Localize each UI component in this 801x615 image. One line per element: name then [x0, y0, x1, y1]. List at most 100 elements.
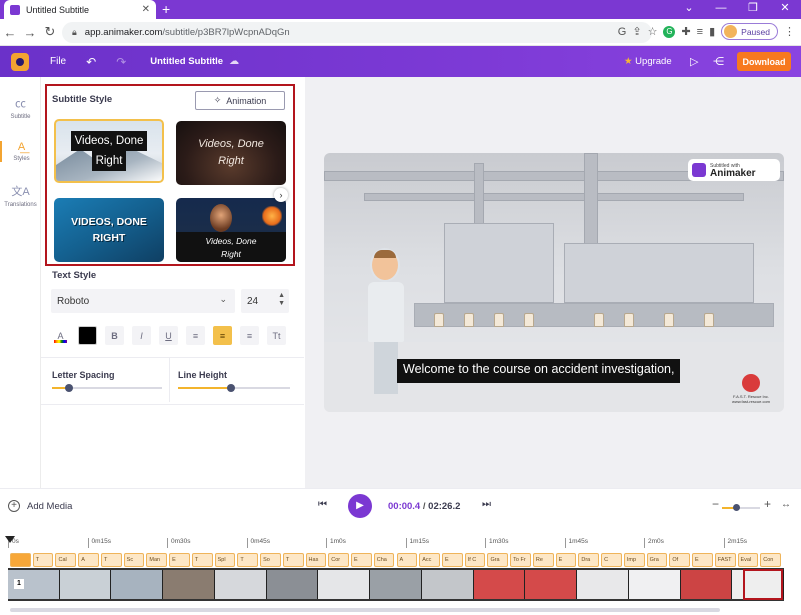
rail-item-subtitle[interactable]: ㏄ Subtitle [0, 95, 41, 120]
style-preset-blue[interactable]: VIDEOS, DONE RIGHT [54, 198, 164, 262]
zoom-slider[interactable] [722, 504, 760, 511]
slider-thumb[interactable] [226, 384, 235, 392]
align-right-icon[interactable]: ≡ [240, 326, 259, 345]
play-button[interactable]: ▶ [348, 494, 372, 518]
share-network-icon[interactable]: ⋲ [713, 55, 724, 68]
italic-button[interactable]: I [132, 326, 151, 345]
pin-icon[interactable]: ≡ [697, 26, 703, 38]
video-track[interactable]: 1 [8, 568, 784, 601]
reload-icon[interactable]: ↻ [40, 24, 60, 40]
subtitle-clip[interactable]: A [396, 553, 418, 567]
close-window-icon[interactable]: ✕ [769, 0, 801, 16]
subtitle-clip[interactable]: T [237, 553, 259, 567]
share-icon[interactable]: ⇪ [632, 25, 641, 38]
subtitle-clip[interactable]: Sc [123, 553, 145, 567]
line-height-slider[interactable] [178, 384, 290, 392]
subtitle-clip[interactable]: E [441, 553, 463, 567]
text-case-button[interactable]: Tt [267, 326, 286, 345]
animaker-logo-icon[interactable] [0, 46, 40, 77]
google-icon[interactable]: G [618, 26, 627, 38]
underline-button[interactable]: U [159, 326, 178, 345]
subtitle-clip[interactable]: Dra [578, 553, 600, 567]
rail-item-translations[interactable]: 文A Translations [0, 183, 41, 208]
upgrade-button[interactable]: ★ Upgrade [624, 56, 672, 67]
subtitle-clip[interactable]: Acc [419, 553, 440, 567]
subtitle-clip[interactable]: E [692, 553, 713, 567]
subtitle-clip[interactable]: If C [464, 553, 486, 567]
subtitle-clip[interactable]: Of [669, 553, 691, 567]
style-preset-night[interactable]: Videos, Done Right [176, 198, 286, 262]
skip-forward-icon[interactable]: ⏭ [482, 499, 491, 510]
file-menu[interactable]: File [50, 56, 66, 67]
maximize-icon[interactable]: ❐ [737, 0, 769, 16]
url-field[interactable]: 🔒︎ app.animaker.com/subtitle/p3BR7lpWcpn… [62, 22, 652, 43]
style-preset-guitar[interactable]: Videos, Done Right [176, 121, 286, 185]
expand-icon[interactable]: ↔ [781, 499, 791, 510]
subtitle-clip[interactable]: Has [305, 553, 327, 567]
extensions-icon[interactable]: ✚ [681, 25, 690, 38]
video-preview[interactable]: Subtitled with Animaker Welcome to the co… [324, 153, 784, 412]
subtitle-clip[interactable]: Cha [373, 553, 395, 567]
color-swatch[interactable] [78, 326, 97, 345]
subtitle-clip[interactable]: Spl [214, 553, 236, 567]
text-color-icon[interactable]: A [51, 326, 70, 345]
add-media-button[interactable]: + Add Media [8, 500, 72, 512]
animation-button[interactable]: ✧ Animation [195, 91, 285, 110]
subtitle-clip[interactable]: T [282, 553, 304, 567]
timeline-scrollbar[interactable] [10, 608, 720, 612]
skip-back-icon[interactable]: ⏮ [318, 499, 327, 510]
zoom-out-icon[interactable]: − [712, 497, 719, 511]
grammarly-icon[interactable]: G [663, 25, 676, 38]
subtitle-clip[interactable]: To Fr [510, 553, 531, 567]
style-preset-snow[interactable]: Videos, Done Right [54, 119, 164, 183]
download-button[interactable]: Download [737, 52, 791, 71]
bold-button[interactable]: B [105, 326, 124, 345]
subtitle-clip[interactable]: Imp [623, 553, 645, 567]
stepper-arrows-icon[interactable]: ▲ ▼ [278, 292, 285, 308]
subtitle-clip[interactable]: Gra [646, 553, 668, 567]
zoom-in-icon[interactable]: + [764, 497, 771, 511]
subtitle-clip[interactable]: FAST [714, 553, 736, 567]
more-menu-icon[interactable]: ⋮ [784, 25, 795, 38]
tab-close-icon[interactable]: ✕ [142, 4, 150, 15]
chevron-right-icon[interactable]: › [274, 188, 288, 202]
tab-search-icon[interactable]: ⌄ [673, 0, 705, 16]
subtitle-clip[interactable]: Re [532, 553, 554, 567]
rail-item-styles[interactable]: A͟ Styles [0, 141, 41, 162]
undo-icon[interactable]: ↶ [86, 55, 96, 69]
subtitle-clip[interactable]: Cor [328, 553, 350, 567]
subtitle-clip[interactable]: E [555, 553, 577, 567]
subtitle-clip[interactable]: Eval [737, 553, 759, 567]
subtitle-clip[interactable]: T [32, 553, 54, 567]
subtitle-caption[interactable]: Welcome to the course on accident invest… [397, 359, 681, 383]
align-left-icon[interactable]: ≡ [186, 326, 205, 345]
font-size-stepper[interactable]: 24 ▲ ▼ [241, 289, 289, 313]
subtitle-clip[interactable]: Cal [55, 553, 77, 567]
browser-tab[interactable]: Untitled Subtitle ✕ [4, 0, 156, 19]
forward-icon[interactable]: → [20, 25, 40, 40]
minimize-icon[interactable]: — [705, 0, 737, 16]
document-title[interactable]: Untitled Subtitle [150, 56, 223, 67]
playhead-icon[interactable] [5, 536, 15, 543]
subtitle-clip[interactable]: T [191, 553, 213, 567]
slider-thumb[interactable] [64, 384, 73, 392]
side-panel-icon[interactable]: ▮ [709, 25, 715, 38]
subtitle-clip[interactable]: C [601, 553, 622, 567]
subtitle-clip[interactable]: A [78, 553, 99, 567]
letter-spacing-slider[interactable] [52, 384, 162, 392]
font-family-select[interactable]: Roboto ⌄ [51, 289, 235, 313]
subtitle-clip[interactable]: So [260, 553, 281, 567]
slider-thumb[interactable] [733, 504, 741, 511]
back-icon[interactable]: ← [0, 25, 20, 40]
preview-play-icon[interactable]: ▷ [690, 55, 698, 68]
align-center-icon[interactable]: ≡ [213, 326, 232, 345]
subtitle-clip[interactable]: T [100, 553, 122, 567]
subtitle-clip[interactable]: E [351, 553, 372, 567]
subtitle-clip[interactable]: Man [146, 553, 168, 567]
subtitle-clip[interactable]: Con [760, 553, 781, 567]
redo-icon[interactable]: ↷ [116, 55, 126, 69]
subtitle-clip[interactable]: E [169, 553, 190, 567]
subtitle-clip[interactable]: Gra [487, 553, 509, 567]
subtitle-clip[interactable] [10, 553, 31, 567]
time-ruler[interactable]: 0s 0m15s 0m30s 0m45s 1m0s 1m15s 1m30s 1m45s 2m0s… [0, 538, 801, 550]
